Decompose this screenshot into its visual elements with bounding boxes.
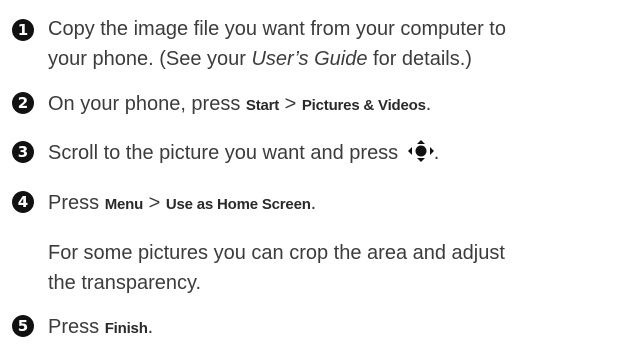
use-as-home-screen-label: Use as Home Screen xyxy=(165,196,311,213)
step-2-post: . xyxy=(425,93,432,115)
step-number-3: 3 xyxy=(12,141,34,163)
navigation-key-center-icon xyxy=(407,140,434,162)
step-number-5: 5 xyxy=(12,315,34,337)
step-3-post: . xyxy=(433,142,440,164)
step-1-text: Copy the image file you want from your c… xyxy=(48,14,638,74)
step-3-text: Scroll to the picture you want and press… xyxy=(48,138,638,168)
pictures-videos-key-label: Pictures & Videos xyxy=(301,97,426,114)
step-4-separator: > xyxy=(143,192,166,214)
step-2-pre: On your phone, press xyxy=(48,93,246,115)
step-1-line-1: Copy the image file you want from your c… xyxy=(48,18,506,40)
menu-key-label: Menu xyxy=(104,196,144,213)
step-4-note-text: For some pictures you can crop the area … xyxy=(48,238,638,298)
note-line-1: For some pictures you can crop the area … xyxy=(48,242,505,264)
step-4-pre: Press xyxy=(48,192,105,214)
step-1-line-2-post: for details.) xyxy=(367,48,472,70)
step-number-1: 1 xyxy=(12,19,34,41)
step-number-4: 4 xyxy=(12,191,34,213)
note-line-2: the transparency. xyxy=(48,272,202,294)
step-2-text: On your phone, press Start > Pictures & … xyxy=(48,89,638,121)
step-5-text: Press Finish. xyxy=(48,312,638,344)
start-key-label: Start xyxy=(245,97,280,114)
step-5-post: . xyxy=(147,316,154,338)
step-5-pre: Press xyxy=(48,316,105,338)
step-1-line-2: your phone. (See your User’s Guide for d… xyxy=(48,44,638,74)
step-1-line-2-pre: your phone. (See your xyxy=(48,48,252,70)
step-4-post: . xyxy=(310,192,317,214)
step-2-separator: > xyxy=(279,93,302,115)
step-number-2: 2 xyxy=(12,92,34,114)
step-3-pre: Scroll to the picture you want and press xyxy=(48,142,404,164)
finish-key-label: Finish xyxy=(104,320,148,337)
step-4-text: Press Menu > Use as Home Screen. xyxy=(48,188,638,220)
users-guide-reference: User’s Guide xyxy=(251,48,368,70)
